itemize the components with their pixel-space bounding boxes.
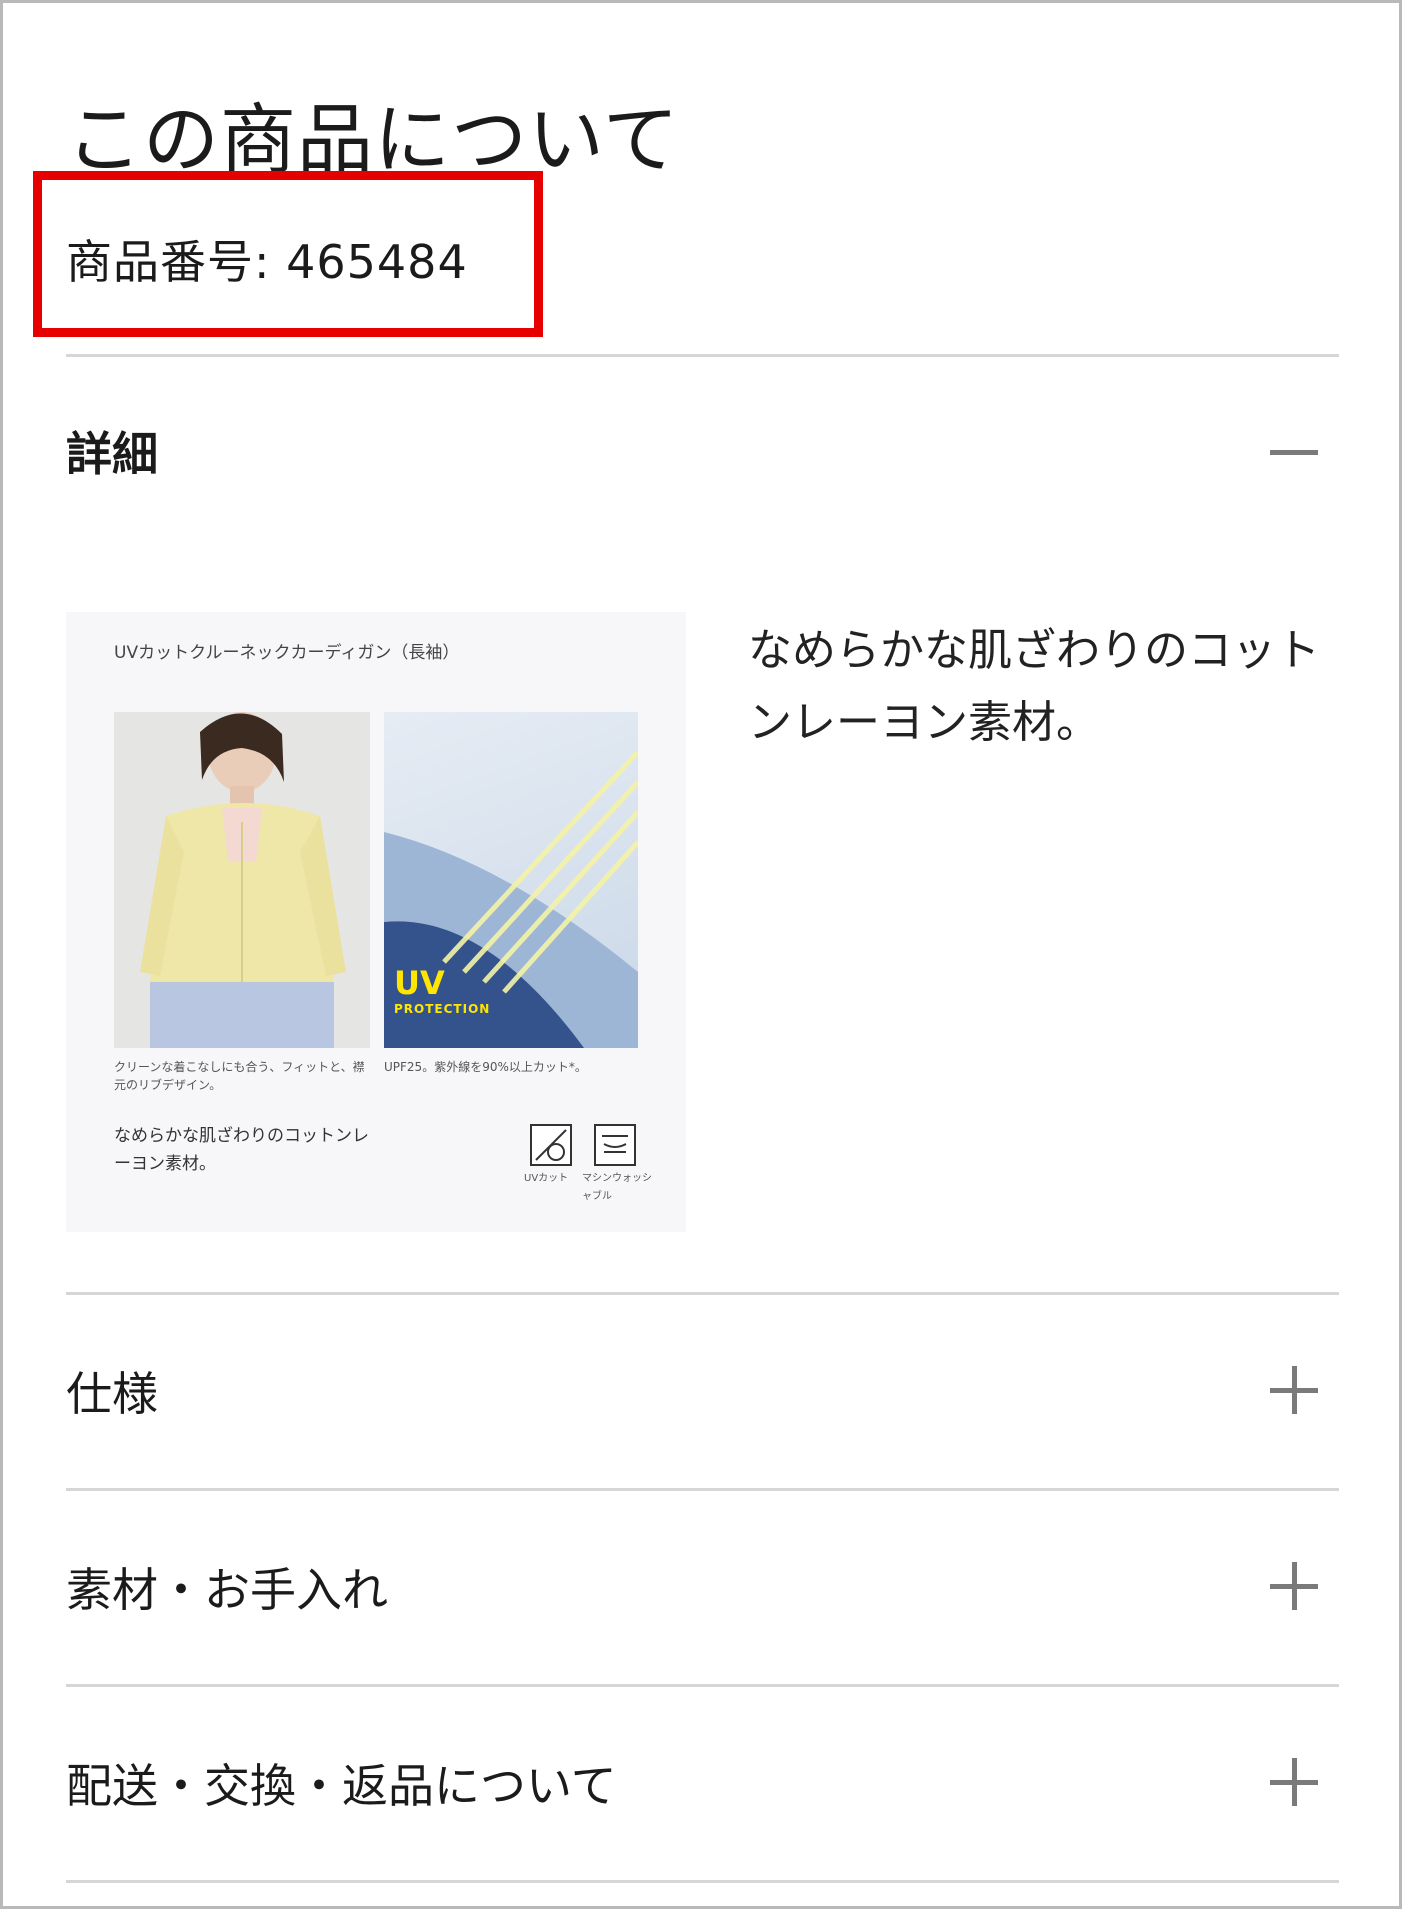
uv-cut-icon [530, 1124, 572, 1166]
model-photo [114, 712, 370, 1048]
accordion-material-care-title[interactable]: 素材・お手入れ [66, 1554, 388, 1620]
image-title: UVカットクルーネックカーディガン（長袖） [114, 643, 460, 663]
product-image: UVカットクルーネックカーディガン（長袖） UV PROTECTION クリーン… [66, 612, 686, 1232]
accordion-spec-title[interactable]: 仕様 [66, 1358, 158, 1424]
uv-protection-visual: UV PROTECTION [384, 712, 638, 1048]
product-info-panel: この商品について 商品番号: 465484 詳細 UVカットクルーネックカーディ… [0, 0, 1402, 1909]
uv-badge-sub: PROTECTION [394, 1002, 491, 1016]
plus-icon[interactable] [1266, 1558, 1322, 1614]
image-tagline: なめらかな肌ざわりのコットンレーヨン素材。 [114, 1126, 369, 1174]
divider [66, 1880, 1339, 1883]
plus-icon[interactable] [1266, 1754, 1322, 1810]
uv-badge: UV [394, 964, 445, 1002]
product-number: 商品番号: 465484 [66, 235, 468, 289]
divider [66, 1488, 1339, 1491]
machine-wash-icon [594, 1124, 636, 1166]
plus-icon[interactable] [1266, 1362, 1322, 1418]
machine-wash-label: マシンウォッシャブル [582, 1173, 652, 1202]
divider [66, 1292, 1339, 1295]
caption-right: UPF25。紫外線を90%以上カット*。 [384, 1060, 587, 1074]
divider [66, 354, 1339, 357]
collapse-icon[interactable] [1266, 424, 1322, 480]
caption-left: クリーンな着こなしにも合う、フィットと、襟元のリブデザイン。 [114, 1060, 365, 1092]
accordion-details-title[interactable]: 詳細 [66, 418, 158, 484]
accordion-shipping-returns-title[interactable]: 配送・交換・返品について [66, 1750, 617, 1816]
details-description: なめらかな肌ざわりのコットンレーヨン素材。 [748, 625, 1320, 748]
divider [66, 1684, 1339, 1687]
uv-cut-label: UVカット [524, 1173, 569, 1184]
